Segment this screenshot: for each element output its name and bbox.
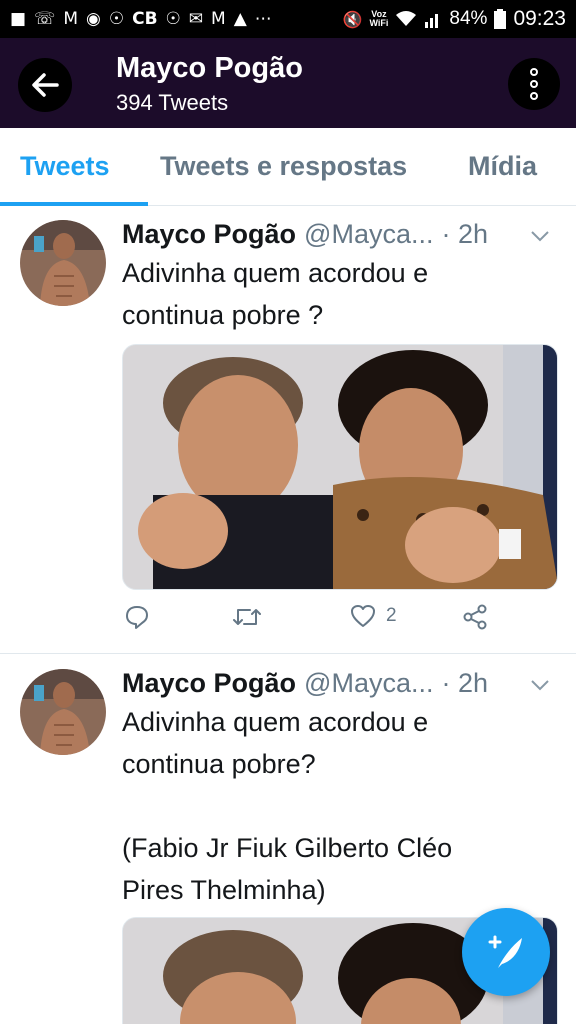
tweet-author-handle[interactable]: @Mayca...	[304, 668, 433, 699]
tweet-text: Adivinha quem acordou e continua pobre? …	[122, 707, 453, 905]
tweet-header: Mayco Pogão @Mayca... · 2h	[122, 214, 552, 254]
tweet-timestamp: · 2h	[441, 667, 489, 698]
tweet-author-name[interactable]: Mayco Pogão	[122, 219, 296, 250]
chevron-down-icon[interactable]	[530, 679, 550, 691]
system-status: 🔇 Voz WiFi 84% 09:23	[343, 7, 566, 31]
tweet-author-handle[interactable]: @Mayca...	[304, 219, 433, 250]
warning-icon: ▲	[233, 8, 247, 29]
tab-midia[interactable]: Mídia	[468, 128, 537, 206]
compose-tweet-button[interactable]	[462, 908, 550, 996]
voz-wifi-label: Voz WiFi	[369, 10, 388, 28]
status-bar: ■ ☏ M ◉ ☉ CB ☉ ✉ M ▲ ⋯ 🔇 Voz WiFi 84% 09:…	[0, 0, 576, 38]
more-dot-icon	[530, 80, 538, 88]
header-titles: Mayco Pogão 394 Tweets	[116, 50, 303, 118]
chevron-down-icon[interactable]	[530, 230, 550, 242]
profile-tabs: Tweets Tweets e respostas Mídia	[0, 128, 576, 206]
wifi-label: WiFi	[369, 18, 389, 28]
tweet-header: Mayco Pogão @Mayca... · 2h	[122, 663, 552, 703]
tweet-media-image[interactable]	[122, 344, 558, 590]
message-icon: ■	[10, 8, 27, 29]
tweet-photo	[123, 345, 557, 589]
like-button[interactable]: 2	[350, 604, 397, 628]
tweet-actions: 2	[122, 604, 502, 638]
avatar-photo	[20, 220, 106, 306]
avatar[interactable]	[20, 669, 106, 755]
tweet-author-name[interactable]: Mayco Pogão	[122, 668, 296, 699]
reply-icon	[126, 606, 148, 629]
more-notifications-icon: ⋯	[254, 8, 272, 29]
tab-tweets-e-respostas[interactable]: Tweets e respostas	[160, 128, 407, 206]
retweet-icon	[233, 609, 261, 625]
avatar-photo	[20, 669, 106, 755]
cb-icon: CB	[132, 8, 158, 29]
gmail-icon: M	[211, 8, 226, 29]
profile-header: Mayco Pogão 394 Tweets	[0, 38, 576, 128]
tweet-timestamp: · 2h	[441, 218, 489, 249]
tweet-text: Adivinha quem acordou e continua pobre ?	[122, 258, 429, 330]
heart-icon	[351, 605, 375, 627]
chrome-icon: ☉	[165, 8, 181, 29]
tweet-count: 394 Tweets	[116, 90, 229, 115]
reply-button[interactable]	[124, 604, 150, 630]
gmail-icon: M	[63, 8, 78, 29]
back-button[interactable]	[18, 58, 72, 112]
battery-icon	[494, 9, 507, 29]
retweet-button[interactable]	[232, 604, 262, 630]
share-button[interactable]	[462, 604, 488, 630]
more-dot-icon	[530, 92, 538, 100]
tab-tweets[interactable]: Tweets	[0, 128, 147, 206]
tweet-item[interactable]: Mayco Pogão @Mayca... · 2h Adivinha quem…	[0, 206, 576, 654]
back-arrow-icon	[32, 73, 59, 97]
clock: 09:23	[513, 7, 566, 30]
notification-icons: ■ ☏ M ◉ ☉ CB ☉ ✉ M ▲ ⋯	[10, 8, 343, 29]
like-count: 2	[386, 605, 397, 626]
wifi-icon	[396, 11, 417, 26]
compose-feather-icon	[488, 935, 522, 968]
chrome-icon: ☉	[108, 8, 125, 29]
avatar[interactable]	[20, 220, 106, 306]
page-title: Mayco Pogão	[116, 52, 303, 84]
signal-icon	[425, 14, 439, 28]
battery-percent: 84%	[449, 8, 488, 29]
whatsapp-icon: ☏	[34, 8, 56, 29]
share-icon	[463, 604, 487, 630]
more-dot-icon	[530, 68, 538, 76]
voicemail-icon: ◉	[86, 8, 101, 29]
more-options-button[interactable]	[508, 58, 560, 110]
mute-icon: 🔇	[342, 9, 363, 29]
mail-icon: ✉	[188, 8, 204, 29]
